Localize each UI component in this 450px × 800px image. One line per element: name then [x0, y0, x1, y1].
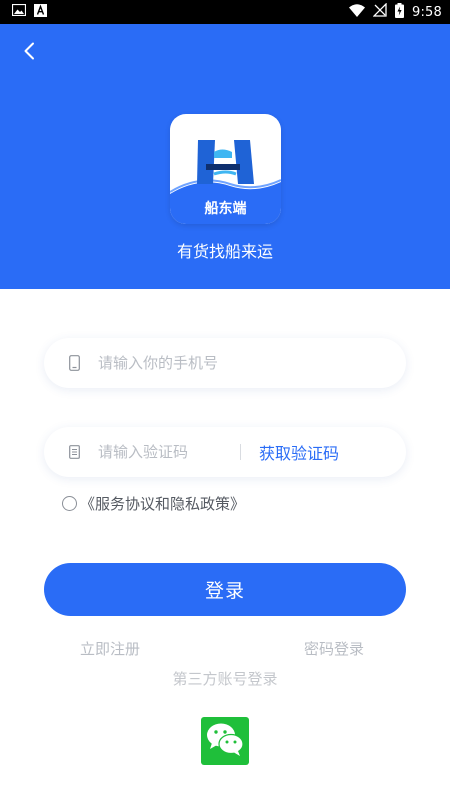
wifi-icon — [349, 3, 365, 21]
agreement-row[interactable]: 《服务协议和隐私政策》 — [62, 492, 245, 514]
phone-field[interactable] — [44, 338, 406, 388]
wechat-login-button[interactable] — [201, 717, 249, 765]
wechat-icon — [205, 721, 245, 761]
phone-input[interactable] — [98, 354, 378, 372]
agreement-link[interactable]: 《服务协议和隐私政策》 — [80, 493, 245, 514]
third-party-label: 第三方账号登录 — [172, 670, 278, 688]
register-link[interactable]: 立即注册 — [80, 638, 140, 659]
password-login-link[interactable]: 密码登录 — [304, 638, 364, 659]
no-signal-icon — [372, 2, 387, 21]
agreement-radio[interactable] — [62, 495, 77, 511]
battery-charging-icon — [395, 2, 404, 22]
document-icon — [64, 445, 84, 459]
image-icon — [11, 3, 27, 20]
status-time: 9:58 — [412, 4, 442, 20]
chevron-left-icon — [23, 42, 35, 64]
text-a-icon — [34, 3, 47, 21]
verification-code-input[interactable] — [98, 443, 236, 461]
header-banner: 船东端 有货找船来运 — [0, 24, 450, 289]
back-button[interactable] — [14, 38, 44, 68]
app-logo: 船东端 — [170, 114, 281, 224]
verification-code-field[interactable]: 获取验证码 — [44, 427, 406, 477]
get-code-button[interactable]: 获取验证码 — [259, 440, 339, 464]
status-bar-left — [11, 3, 47, 21]
status-bar-right: 9:58 — [349, 2, 442, 22]
login-button[interactable]: 登录 — [44, 563, 406, 616]
phone-icon — [64, 355, 84, 371]
status-bar: 9:58 — [0, 0, 450, 24]
slogan: 有货找船来运 — [176, 242, 273, 261]
logo-label: 船东端 — [204, 201, 247, 217]
field-divider — [240, 444, 241, 460]
